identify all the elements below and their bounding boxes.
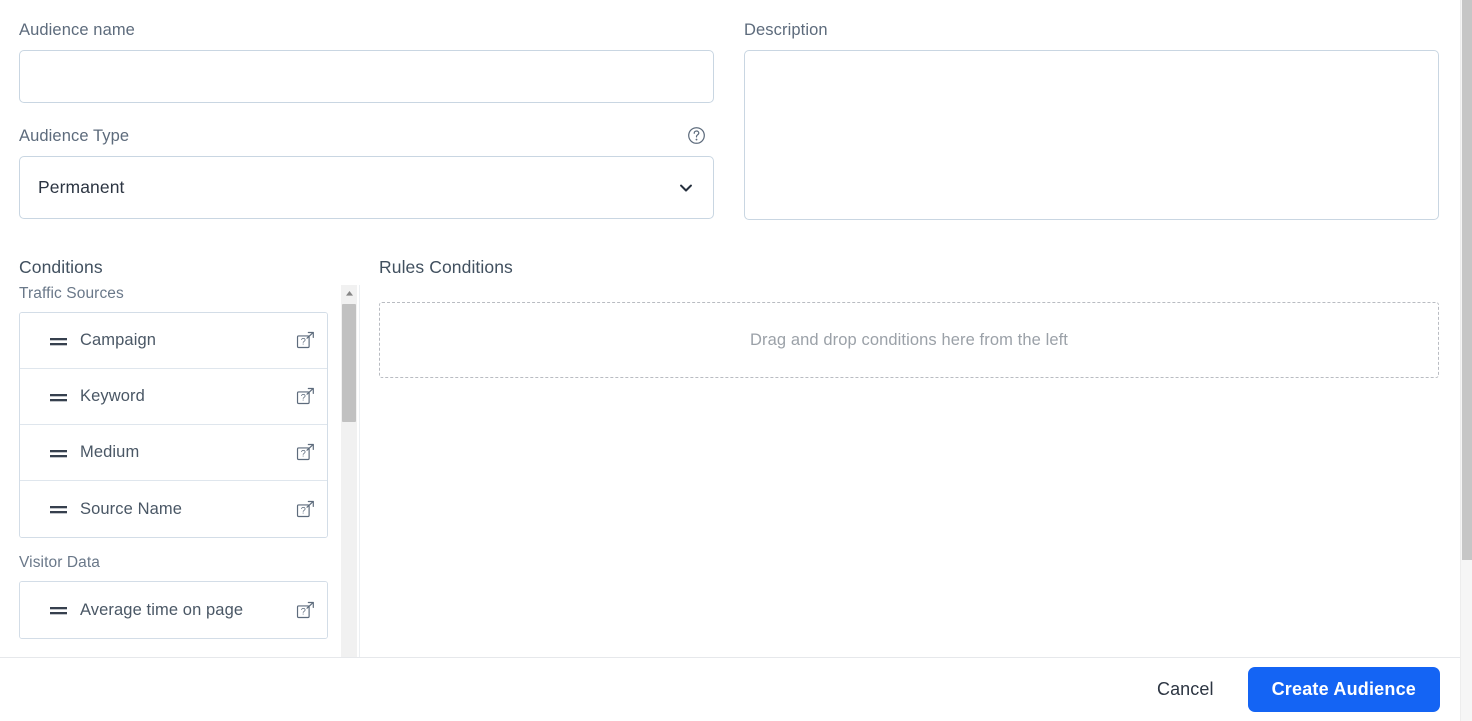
condition-group-label: Visitor Data [19,554,101,571]
conditions-list-scrollbar[interactable] [341,285,357,657]
audience-details-form: Audience name Audience Type Permanent De… [0,0,1460,240]
audience-type-label: Audience Type [19,127,130,145]
drag-handle-icon[interactable] [50,503,67,515]
cancel-button[interactable]: Cancel [1135,669,1236,710]
audience-name-input[interactable] [19,50,714,103]
create-audience-page: Audience name Audience Type Permanent De… [0,0,1472,721]
audience-name-label: Audience name [19,21,135,39]
create-audience-button[interactable]: Create Audience [1247,667,1440,712]
page-scrollbar-thumb[interactable] [1462,0,1472,560]
drag-handle-icon[interactable] [50,335,67,347]
help-external-link-icon[interactable]: ? [296,443,315,462]
help-external-link-icon[interactable]: ? [296,387,315,406]
condition-item[interactable]: Source Name? [20,481,327,537]
condition-group: Average time on page? [19,581,328,639]
condition-item[interactable]: Keyword? [20,369,327,425]
svg-text:?: ? [301,392,306,402]
rules-dropzone[interactable]: Drag and drop conditions here from the l… [379,302,1439,378]
audience-type-selected-value: Permanent [38,177,125,197]
description-label: Description [744,21,828,39]
caret-up-icon[interactable] [341,285,357,302]
page-scrollbar[interactable] [1460,0,1472,721]
condition-item-label: Medium [80,443,140,461]
conditions-list-panel[interactable]: Traffic Sources Campaign? Keyword? Medium? S… [0,285,341,657]
chevron-down-icon[interactable] [677,179,695,197]
panes-divider [359,285,360,657]
rules-conditions-section-title: Rules Conditions [379,257,513,277]
audience-type-select-box[interactable]: Permanent [19,156,714,219]
condition-group-label: Traffic Sources [19,285,124,302]
svg-text:?: ? [301,505,306,515]
conditions-section-title: Conditions [19,257,103,277]
svg-text:?: ? [301,606,306,616]
svg-text:?: ? [301,448,306,458]
svg-text:?: ? [301,336,306,346]
condition-item[interactable]: Average time on page? [20,582,327,638]
condition-item-label: Average time on page [80,600,244,619]
help-external-link-icon[interactable]: ? [296,500,315,519]
footer-actions: Cancel Create Audience [0,658,1460,721]
condition-group: Campaign? Keyword? Medium? Source Name? [19,312,328,538]
description-input[interactable] [744,50,1439,220]
condition-item[interactable]: Medium? [20,425,327,481]
drag-handle-icon[interactable] [50,604,67,616]
condition-item-label: Source Name [80,499,182,518]
condition-item-label: Campaign [80,331,157,349]
condition-item-label: Keyword [80,387,145,405]
drag-handle-icon[interactable] [50,391,67,403]
help-external-link-icon[interactable]: ? [296,601,315,620]
condition-item[interactable]: Campaign? [20,313,327,369]
dropzone-placeholder-text: Drag and drop conditions here from the l… [750,330,1068,349]
drag-handle-icon[interactable] [50,447,67,459]
help-external-link-icon[interactable]: ? [296,331,315,350]
audience-type-select[interactable]: Permanent [19,156,714,219]
conditions-list-scrollbar-thumb[interactable] [342,304,356,422]
question-circle-icon[interactable] [687,126,706,145]
